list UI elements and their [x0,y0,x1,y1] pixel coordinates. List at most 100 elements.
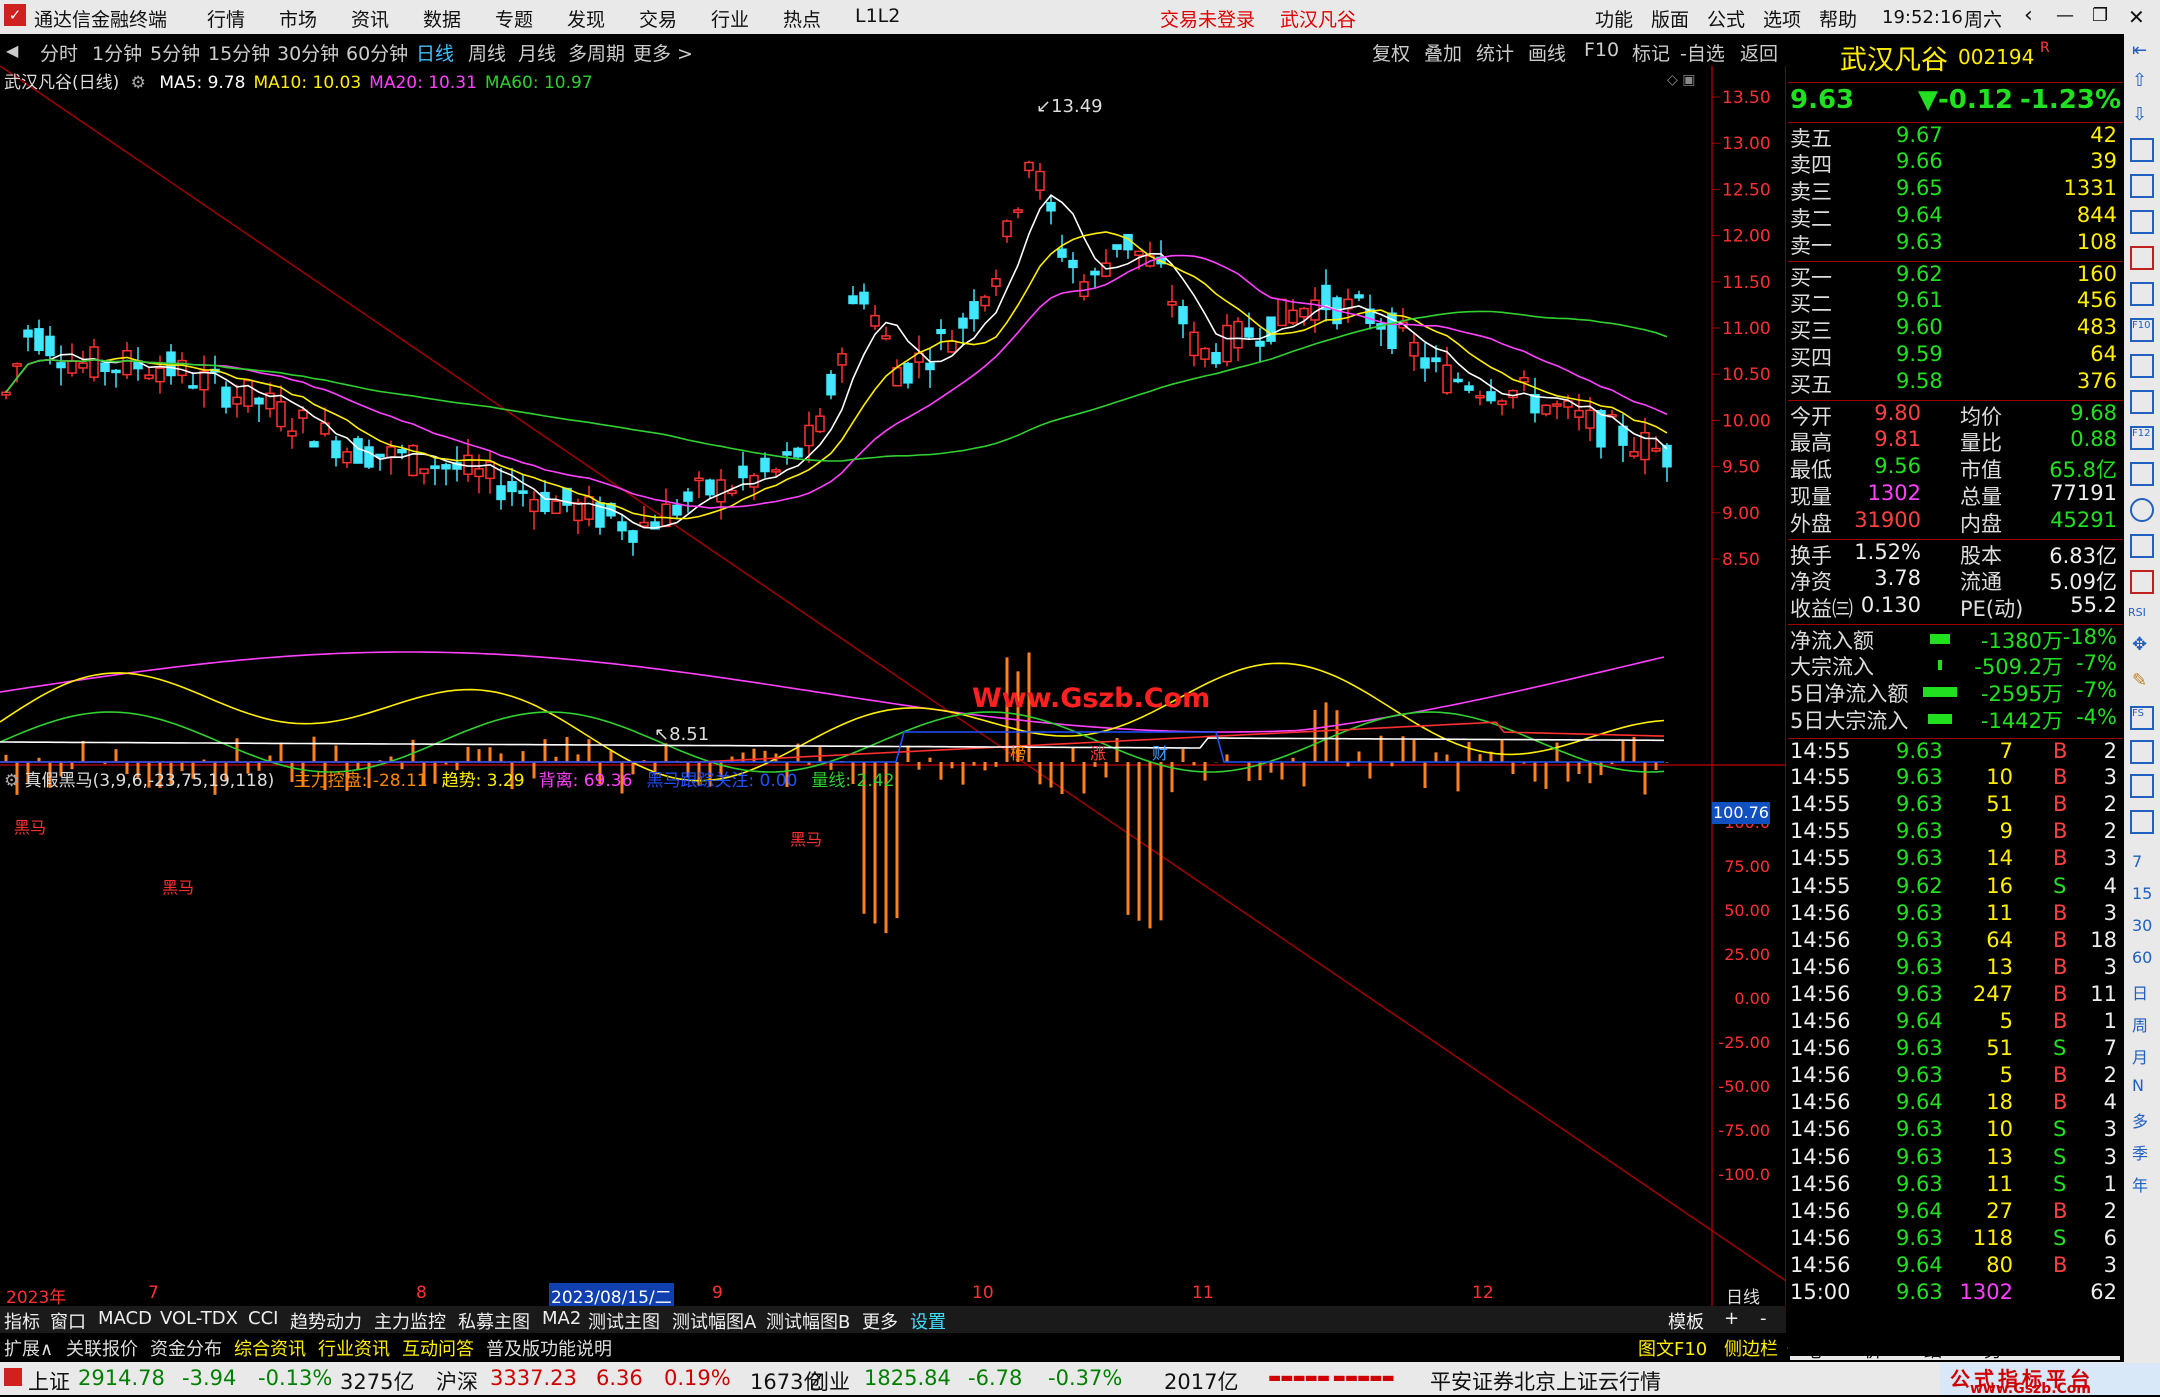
tab-zonghezixun[interactable]: 综合资讯 [234,1335,306,1361]
period-month[interactable]: 月线 [518,39,556,66]
doc-icon[interactable] [2130,390,2154,414]
period-fenshi[interactable]: 分时 [40,39,78,66]
tool-huaxian[interactable]: 画线 [1528,39,1566,66]
screen-icon[interactable] [2130,534,2154,558]
bars-icon[interactable] [2130,774,2154,798]
tab-vol-tdx[interactable]: VOL-TDX [160,1308,238,1329]
side-period-10[interactable]: 年 [2132,1172,2148,1196]
tab-minus[interactable]: - [1760,1308,1767,1329]
event-zhang[interactable]: 涨 [1090,740,1106,764]
circle-icon[interactable] [2130,498,2154,522]
side-period-1[interactable]: 15 [2132,884,2152,903]
menu-bangzhu[interactable]: 帮助 [1819,5,1857,32]
period-more[interactable]: 更多 > [633,39,693,66]
side-period-2[interactable]: 30 [2132,916,2152,935]
tab-guanlianbaojia[interactable]: 关联报价 [66,1335,138,1361]
menu-l1l2[interactable]: L1L2 [855,5,900,27]
menu-hangye[interactable]: 行业 [711,5,749,32]
menu-shichang[interactable]: 市场 [279,5,317,32]
side-period-0[interactable]: 7 [2132,852,2142,871]
chart-line-icon[interactable] [2130,210,2154,234]
menu-hangqing[interactable]: 行情 [207,5,245,32]
period-1min[interactable]: 1分钟 [92,39,142,66]
arrow-up-icon[interactable]: ⇧ [2132,70,2147,91]
tab-plus[interactable]: + [1724,1308,1739,1329]
minimize-icon[interactable]: — [2056,5,2074,26]
side-period-8[interactable]: 多 [2132,1108,2148,1132]
period-day[interactable]: 日线 [416,39,454,66]
tab-pujiban[interactable]: 普及版功能说明 [486,1335,612,1361]
report-icon[interactable] [2130,354,2154,378]
tab-gengduo[interactable]: 更多 [862,1308,898,1334]
menu-xuanxiang[interactable]: 选项 [1763,5,1801,32]
side-period-7[interactable]: N [2132,1076,2144,1095]
tool-f10[interactable]: F10 [1584,39,1619,61]
tab-simuzhutu[interactable]: 私募主图 [458,1308,530,1334]
menu-shuju[interactable]: 数据 [423,5,461,32]
tab-ceshifutu-a[interactable]: 测试幅图A [672,1308,756,1334]
side-period-3[interactable]: 60 [2132,948,2152,967]
tool-fuquan[interactable]: 复权 [1372,39,1410,66]
tab-qushidongli[interactable]: 趋势动力 [290,1308,362,1334]
market-icon[interactable] [4,1368,22,1386]
tab-hangyezixun[interactable]: 行业资讯 [318,1335,390,1361]
side-period-5[interactable]: 周 [2132,1012,2148,1036]
side-period-4[interactable]: 日 [2132,980,2148,1004]
tool-zixuan[interactable]: -自选 [1680,39,1725,66]
menu-zixun[interactable]: 资讯 [351,5,389,32]
tab-moban[interactable]: 模板 [1668,1308,1704,1334]
window-icon[interactable] [2130,138,2154,162]
tab-zijinfenbu[interactable]: 资金分布 [150,1335,222,1361]
period-week[interactable]: 周线 [468,39,506,66]
tab-cci[interactable]: CCI [248,1308,278,1329]
indicator-settings-icon[interactable]: ⚙ [4,771,19,791]
f12-icon[interactable]: F12 [2130,426,2154,450]
tab-chuangkou[interactable]: 窗口 [50,1308,86,1334]
list-icon[interactable] [2130,282,2154,306]
side-period-9[interactable]: 季 [2132,1140,2148,1164]
tab-cebianlan[interactable]: 侧边栏《 [1724,1335,1796,1361]
pen-icon[interactable]: ✎ [2132,670,2147,691]
menu-redian[interactable]: 热点 [783,5,821,32]
tab-tuwen-f10[interactable]: 图文F10 [1638,1335,1707,1361]
calc-icon[interactable] [2130,462,2154,486]
menu-jiaoyi[interactable]: 交易 [639,5,677,32]
kline-chart[interactable]: 13.50 13.00 12.50 12.00 11.50 11.00 10.50 10.00… [0,66,1786,1306]
back-icon[interactable]: ‹ [2024,3,2033,28]
grid-icon[interactable] [2130,174,2154,198]
kline-icon[interactable] [2130,246,2154,270]
period-15min[interactable]: 15分钟 [208,39,270,66]
f10-icon[interactable]: F10 [2130,318,2154,342]
restore-icon[interactable]: ❐ [2092,5,2108,26]
rsi-icon[interactable]: RSI [2128,606,2146,619]
tab-zhibiao[interactable]: 指标 [4,1308,40,1334]
close-icon[interactable]: ✕ [2128,5,2145,29]
settings-icon[interactable]: ⚙ [131,73,146,93]
wave-icon[interactable] [2130,570,2154,594]
menu-gongneng[interactable]: 功能 [1595,5,1633,32]
menu-banmian[interactable]: 版面 [1651,5,1689,32]
menu-gongshi[interactable]: 公式 [1707,5,1745,32]
login-status[interactable]: 交易未登录 [1160,5,1255,32]
tab-ceshizhutu[interactable]: 测试主图 [588,1308,660,1334]
period-5min[interactable]: 5分钟 [150,39,200,66]
side-period-6[interactable]: 月 [2132,1044,2148,1068]
pie-icon[interactable] [2130,810,2154,834]
tab-hudongwenda[interactable]: 互动问答 [402,1335,474,1361]
event-cai[interactable]: 财 [1152,740,1168,764]
event-bang[interactable]: 榜 [1010,740,1026,764]
tool-diejia[interactable]: 叠加 [1424,39,1462,66]
tab-shezhi[interactable]: 设置 [910,1308,946,1334]
menu-faxian[interactable]: 发现 [567,5,605,32]
table-icon[interactable] [2130,740,2154,764]
arrow-down-icon[interactable]: ⇩ [2132,104,2147,125]
period-multi[interactable]: 多周期 [568,39,625,66]
tool-biaoji[interactable]: 标记 [1632,39,1670,66]
tab-kuozhan[interactable]: 扩展∧ [4,1335,53,1361]
period-menu-icon[interactable]: ◀ [6,41,18,60]
tool-tongji[interactable]: 统计 [1476,39,1514,66]
tab-zhulijiankong[interactable]: 主力监控 [374,1308,446,1334]
tab-ma2[interactable]: MA2 [542,1308,581,1329]
fs-icon[interactable]: FS [2130,706,2154,730]
tool-fanhui[interactable]: 返回 [1740,39,1778,66]
